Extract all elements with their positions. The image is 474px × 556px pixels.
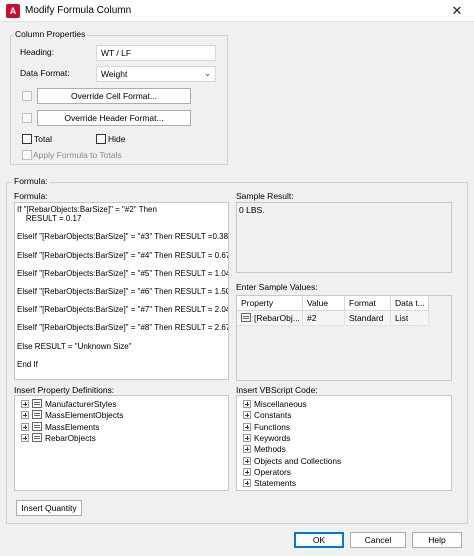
tree-item[interactable]: MassElementObjects (21, 410, 123, 421)
window-title: Modify Formula Column (25, 5, 132, 16)
hide-checkbox[interactable] (96, 134, 106, 144)
property-definitions-tree[interactable]: ManufacturerStyles MassElementObjects Mass… (14, 395, 229, 491)
hide-label: Hide (108, 134, 126, 144)
formula-line: Else RESULT = "Unknown Size" (17, 341, 132, 351)
tree-item[interactable]: ManufacturerStyles (21, 399, 116, 410)
expand-icon[interactable] (21, 411, 29, 420)
formula-group-legend: Formula: (12, 176, 50, 187)
tree-item[interactable]: Miscellaneous (243, 399, 307, 410)
cell-text: [RebarObj... (254, 313, 300, 323)
close-icon: ✕ (451, 3, 463, 18)
close-button[interactable]: ✕ (440, 0, 474, 22)
expand-icon[interactable] (21, 433, 29, 442)
chevron-down-icon: ⌄ (204, 69, 211, 78)
tree-item[interactable]: Statements (243, 478, 296, 489)
apply-formula-checkbox[interactable] (22, 150, 32, 160)
expand-icon[interactable] (243, 400, 251, 408)
data-format-value: Weight (101, 69, 128, 79)
tree-item-label: MassElements (45, 421, 100, 432)
sample-result-box: 0 LBS. (236, 202, 452, 273)
tree-item[interactable]: Objects and Collections (243, 456, 341, 467)
total-label: Total (34, 134, 52, 144)
tree-item[interactable]: MassElements (21, 421, 100, 433)
expand-icon[interactable] (243, 411, 251, 420)
formula-line: End If (17, 359, 38, 369)
heading-input[interactable]: WT / LF (96, 45, 216, 61)
tree-item-label: Constants (254, 410, 292, 421)
title-bar: A Modify Formula Column ✕ (0, 0, 474, 22)
formula-label: Formula: (14, 191, 48, 201)
formula-editor[interactable]: If "[RebarObjects:BarSize]" = "#2" Then … (14, 202, 229, 380)
tree-item-label: Statements (254, 478, 296, 489)
property-set-icon (32, 432, 42, 442)
cell-text: List (395, 313, 409, 323)
column-header[interactable]: Property (237, 296, 303, 311)
expand-icon[interactable] (243, 479, 251, 488)
data-format-label: Data Format: (20, 68, 70, 78)
sample-values-grid[interactable]: Property Value Format Data t... [RebarObj...… (236, 295, 452, 381)
expand-icon[interactable] (243, 422, 251, 431)
property-set-icon (32, 399, 42, 408)
expand-icon[interactable] (21, 422, 29, 431)
formula-line: ElseIf "[RebarObjects:BarSize]" = "#5" T… (17, 268, 229, 278)
tree-item-label: Operators (254, 466, 291, 477)
total-checkbox[interactable] (22, 134, 32, 144)
heading-label: Heading: (20, 47, 55, 57)
tree-item-label: Keywords (254, 432, 291, 443)
override-cell-checkbox[interactable] (22, 91, 32, 101)
sample-result-value: 0 LBS. (239, 205, 265, 215)
app-icon: A (6, 4, 20, 18)
formula-line: ElseIf "[RebarObjects:BarSize]" = "#4" T… (17, 250, 229, 260)
tree-item-label: Miscellaneous (254, 399, 307, 409)
table-cell[interactable]: List (391, 311, 429, 326)
column-header[interactable]: Value (303, 296, 345, 311)
property-set-icon (32, 421, 42, 431)
formula-line: ElseIf "[RebarObjects:BarSize]" = "#3" T… (17, 232, 229, 242)
formula-line: RESULT = 0.17 (17, 214, 82, 224)
tree-item-label: Objects and Collections (254, 455, 342, 466)
tree-item-label: MassElementObjects (45, 410, 124, 421)
expand-icon[interactable] (243, 445, 251, 454)
override-cell-format-button[interactable]: Override Cell Format... (37, 88, 191, 104)
ok-button[interactable]: OK (294, 532, 344, 548)
data-format-select[interactable]: Weight ⌄ (96, 66, 216, 82)
override-header-format-button[interactable]: Override Header Format... (37, 110, 191, 126)
cell-text: Standard (349, 313, 384, 323)
apply-formula-label: Apply Formula to Totals (33, 150, 122, 160)
property-icon (241, 313, 251, 322)
tree-item-label: Methods (254, 444, 286, 455)
expand-icon[interactable] (243, 467, 251, 476)
tree-item[interactable]: Methods (243, 444, 286, 455)
property-set-icon (32, 410, 42, 420)
tree-item[interactable]: Operators (243, 467, 291, 478)
table-cell[interactable]: #2 (303, 311, 345, 326)
expand-icon[interactable] (243, 433, 251, 442)
tree-item-label: RebarObjects (45, 432, 96, 443)
column-properties-legend: Column Properties (13, 29, 88, 40)
cancel-button[interactable]: Cancel (350, 532, 406, 548)
insert-quantity-button[interactable]: Insert Quantity (16, 500, 82, 516)
tree-item[interactable]: Keywords (243, 433, 290, 444)
override-header-checkbox[interactable] (22, 113, 32, 123)
formula-line: ElseIf "[RebarObjects:BarSize]" = "#8" T… (17, 323, 229, 333)
sample-result-label: Sample Result: (236, 191, 294, 201)
tree-item-label: Functions (254, 421, 290, 432)
tree-item[interactable]: Functions (243, 422, 290, 433)
help-button[interactable]: Help (412, 532, 462, 548)
formula-line: ElseIf "[RebarObjects:BarSize]" = "#7" T… (17, 305, 229, 315)
table-cell[interactable]: Standard (345, 311, 391, 326)
cell-text: #2 (307, 313, 317, 323)
column-header[interactable]: Data t... (391, 296, 429, 311)
sample-values-label: Enter Sample Values: (236, 282, 318, 292)
tree-item[interactable]: Constants (243, 410, 291, 421)
tree-item[interactable]: RebarObjects (21, 432, 96, 444)
expand-icon[interactable] (243, 456, 251, 465)
column-header[interactable]: Format (345, 296, 391, 311)
formula-line: ElseIf "[RebarObjects:BarSize]" = "#6" T… (17, 286, 229, 296)
vbscript-tree[interactable]: Miscellaneous Constants Functions Keywords M… (236, 395, 452, 491)
tree-item-label: ManufacturerStyles (45, 399, 117, 409)
table-cell[interactable]: [RebarObj... (237, 311, 303, 326)
expand-icon[interactable] (21, 400, 29, 408)
